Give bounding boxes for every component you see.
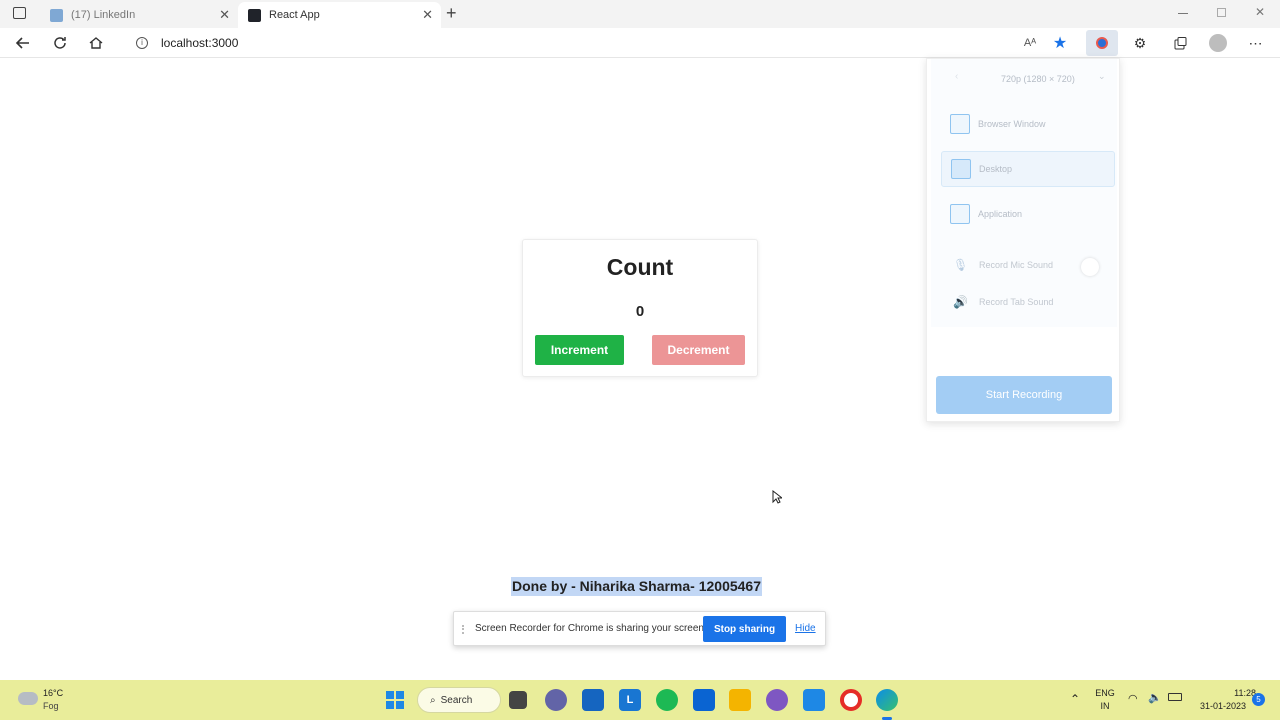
opera-icon[interactable] [840, 689, 862, 711]
restore-icon[interactable] [1217, 8, 1226, 17]
weather-temp: 16°C [43, 688, 64, 698]
count-value: 0 [635, 303, 645, 320]
record-mic-row[interactable]: 🎙 Record Mic Sound [953, 258, 1053, 272]
edge-browser-icon[interactable] [876, 689, 898, 711]
address-toolbar: i localhost:3000 Aᴬ ★ ⚙ ⋯ [0, 28, 1280, 58]
volume-icon[interactable]: 🔈 [1148, 691, 1162, 704]
linkedin-favicon-icon [50, 8, 63, 22]
hide-link[interactable]: Hide [795, 623, 816, 634]
show-hidden-icons-icon[interactable]: ⌃ [1070, 692, 1080, 706]
decrement-button[interactable]: Decrement [652, 335, 745, 365]
windows-taskbar: 16°C Fog ⌕ Search L ⌃ ENG IN ◠ 🔈 11:28 3… [0, 680, 1280, 720]
more-menu-icon[interactable]: ⋯ [1246, 33, 1266, 53]
mic-label: Record Mic Sound [979, 260, 1054, 270]
clock-time[interactable]: 11:28 [1196, 688, 1256, 698]
record-tab-sound-row[interactable]: 🔊 Record Tab Sound [953, 295, 1053, 309]
screen-recorder-popup: ‹ 720p (1280 × 720) ⌄ Browser Window Des… [926, 58, 1120, 422]
weather-widget[interactable]: 16°C Fog [16, 687, 86, 715]
counter-title: Count [606, 254, 674, 280]
collections-icon[interactable] [1170, 33, 1190, 53]
info-icon[interactable]: i [136, 37, 148, 49]
resolution-select[interactable]: 720p (1280 × 720) [1001, 74, 1075, 84]
tab-label: React App [269, 9, 320, 21]
option-desktop[interactable]: Desktop [941, 151, 1115, 187]
counter-card: Count 0 Increment Decrement [522, 239, 758, 377]
record-dot-icon [1096, 37, 1108, 49]
file-explorer-icon[interactable] [729, 689, 751, 711]
tab-react-app[interactable]: React App ✕ [238, 2, 441, 28]
screen-sharing-bar: Screen Recorder for Chrome is sharing yo… [453, 611, 826, 646]
option-label: Browser Window [978, 119, 1046, 129]
notification-badge[interactable]: 5 [1252, 693, 1265, 706]
stop-sharing-button[interactable]: Stop sharing [703, 616, 786, 642]
fog-cloud-icon [18, 692, 38, 705]
learning-app-icon[interactable]: L [619, 689, 641, 711]
start-windows-icon[interactable] [384, 689, 406, 711]
react-favicon-icon [248, 8, 261, 22]
battery-icon[interactable] [1168, 693, 1182, 701]
close-window-icon[interactable]: ✕ [1255, 5, 1265, 19]
speaker-icon: 🔊 [953, 295, 968, 309]
read-aloud-icon[interactable]: Aᴬ [1020, 33, 1040, 53]
clock-date[interactable]: 31-01-2023 [1196, 701, 1246, 711]
mail-icon[interactable] [582, 689, 604, 711]
option-application[interactable]: Application [941, 196, 1115, 232]
back-chevron-icon[interactable]: ‹ [955, 71, 958, 82]
back-icon[interactable] [13, 33, 33, 53]
chevron-down-icon[interactable]: ⌄ [1098, 71, 1106, 82]
home-icon[interactable] [86, 33, 106, 53]
start-recording-button[interactable]: Start Recording [936, 376, 1112, 414]
credit-text: Done by - Niharika Sharma- 12005467 [511, 577, 763, 596]
favorite-star-icon[interactable]: ★ [1050, 33, 1070, 53]
language-bottom[interactable]: IN [1092, 701, 1118, 711]
application-icon [950, 204, 970, 224]
browser-window-icon [950, 114, 970, 134]
option-label: Desktop [979, 164, 1013, 174]
desktop-icon [951, 159, 971, 179]
photos-app-icon[interactable] [766, 689, 788, 711]
minimize-icon[interactable] [1178, 13, 1188, 14]
taskbar-search[interactable]: ⌕ Search [417, 687, 501, 713]
tab-label: (17) LinkedIn [71, 9, 136, 21]
search-icon: ⌕ [430, 694, 436, 706]
screen-recorder-extension-icon[interactable] [1086, 30, 1118, 56]
outlook-icon[interactable] [693, 689, 715, 711]
address-bar[interactable]: i localhost:3000 [120, 30, 960, 56]
extensions-icon[interactable]: ⚙ [1130, 33, 1150, 53]
tab-actions-icon[interactable] [13, 7, 26, 19]
language-top[interactable]: ENG [1092, 688, 1118, 698]
increment-button[interactable]: Increment [535, 335, 624, 365]
option-label: Application [978, 209, 1023, 219]
avatar-icon [1209, 34, 1227, 52]
profile-avatar[interactable] [1208, 33, 1228, 53]
new-tab-button[interactable]: + [446, 3, 457, 24]
microphone-icon: 🎙 [953, 258, 969, 272]
recorder-options-panel: ‹ 720p (1280 × 720) ⌄ Browser Window Des… [931, 59, 1117, 327]
drag-handle-icon[interactable] [462, 625, 466, 634]
weather-desc: Fog [43, 701, 59, 711]
option-browser-window[interactable]: Browser Window [941, 106, 1115, 142]
tab-sound-label: Record Tab Sound [979, 297, 1054, 307]
url-text[interactable]: localhost:3000 [161, 36, 238, 50]
teams-chat-icon[interactable] [545, 689, 567, 711]
spotify-icon[interactable] [656, 689, 678, 711]
tab-linkedin[interactable]: (17) LinkedIn ✕ [40, 2, 238, 28]
close-tab-icon[interactable]: ✕ [422, 7, 433, 23]
close-tab-icon[interactable]: ✕ [219, 7, 230, 23]
wifi-icon[interactable]: ◠ [1128, 692, 1138, 705]
refresh-icon[interactable] [50, 33, 70, 53]
mic-toggle[interactable] [1081, 258, 1099, 276]
task-view-icon[interactable] [509, 691, 527, 709]
sharing-message: Screen Recorder for Chrome is sharing yo… [475, 623, 707, 634]
mouse-cursor-icon [772, 490, 782, 504]
tab-strip: (17) LinkedIn ✕ React App ✕ + ✕ [0, 0, 1280, 28]
search-label: Search [440, 694, 473, 706]
vscode-icon[interactable] [803, 689, 825, 711]
